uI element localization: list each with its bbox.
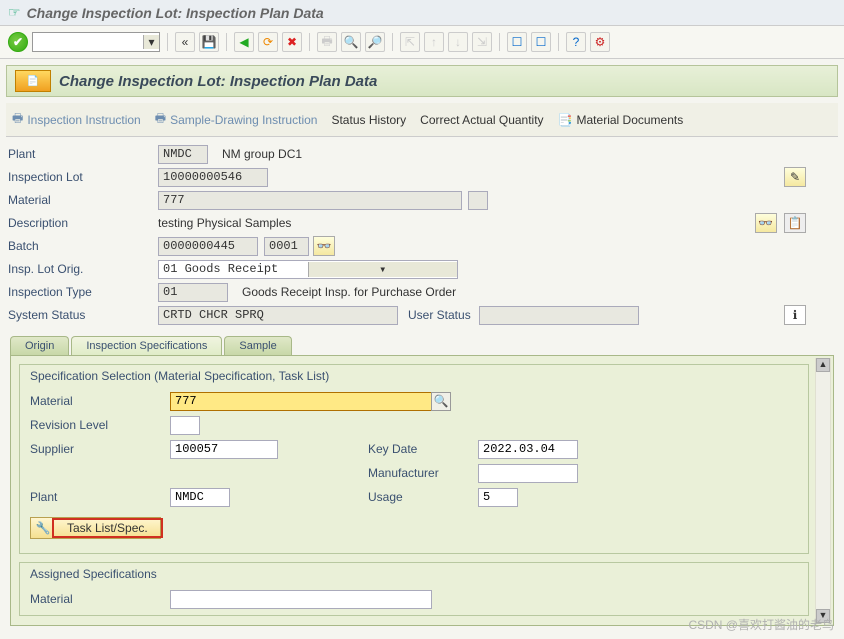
supplier-field[interactable] <box>170 440 278 459</box>
status-info-button[interactable]: ℹ <box>784 305 806 325</box>
chevron-down-icon[interactable]: ▾ <box>308 262 458 277</box>
tab-sample[interactable]: Sample <box>224 336 291 355</box>
command-input[interactable] <box>33 33 143 51</box>
material-extra-field[interactable] <box>468 191 488 210</box>
insp-lot-orig-label: Insp. Lot Orig. <box>8 262 158 276</box>
system-status-label: System Status <box>8 308 158 322</box>
usage-field[interactable] <box>478 488 518 507</box>
manufacturer-label: Manufacturer <box>368 466 478 480</box>
wrench-icon: 🔧 <box>31 521 55 535</box>
window-menu-icon[interactable]: ☞ <box>8 4 21 21</box>
batch-display-button[interactable]: 👓 <box>313 236 335 256</box>
print-icon: 🖶 <box>155 109 166 130</box>
watermark: CSDN @喜欢打酱油的老鸟 <box>688 616 834 633</box>
assigned-material-label: Material <box>30 592 170 606</box>
insp-lot-orig-dropdown[interactable]: 01 Goods Receipt ▾ <box>158 260 458 279</box>
material-field[interactable] <box>158 191 462 210</box>
inspection-instruction-link[interactable]: 🖶 Inspection Instruction <box>12 109 141 130</box>
correct-quantity-link[interactable]: Correct Actual Quantity <box>420 113 543 127</box>
change-button[interactable]: ✎ <box>784 167 806 187</box>
back-button[interactable]: « <box>175 32 195 52</box>
batch-split-field[interactable] <box>264 237 309 256</box>
keydate-field[interactable] <box>478 440 578 459</box>
nav-back-button[interactable]: ◀ <box>234 32 254 52</box>
help-button[interactable]: ? <box>566 32 586 52</box>
inspection-lot-label: Inspection Lot <box>8 170 158 184</box>
scroll-track[interactable] <box>816 372 830 609</box>
command-field[interactable]: ▾ <box>32 32 160 52</box>
user-status-field <box>479 306 639 325</box>
find-next-button: 🔎 <box>365 32 385 52</box>
task-list-spec-button[interactable]: 🔧 Task List/Spec. <box>30 517 161 539</box>
inspection-type-field[interactable] <box>158 283 228 302</box>
window-titlebar: ☞ Change Inspection Lot: Inspection Plan… <box>0 0 844 26</box>
spec-plant-field[interactable] <box>170 488 230 507</box>
generate-shortcut-button[interactable]: ☐ <box>531 32 551 52</box>
main-toolbar: ✔ ▾ « 💾 ◀ ⟳ ✖ 🖶 🔍 🔎 ⇱ ↑ ↓ ⇲ ☐ ☐ ? ⚙ <box>0 26 844 59</box>
manufacturer-field[interactable] <box>478 464 578 483</box>
glasses-button[interactable]: 👓 <box>755 213 777 233</box>
usage-label: Usage <box>368 490 478 504</box>
last-page-button: ⇲ <box>472 32 492 52</box>
page-title: Change Inspection Lot: Inspection Plan D… <box>59 73 377 90</box>
nav-exit-button[interactable]: ⟳ <box>258 32 278 52</box>
inspection-lot-field[interactable] <box>158 168 268 187</box>
specification-selection-group: Specification Selection (Material Specif… <box>19 364 809 554</box>
first-page-button: ⇱ <box>400 32 420 52</box>
insp-lot-orig-value: 01 Goods Receipt <box>159 262 308 276</box>
search-help-button[interactable]: 🔍 <box>431 392 451 411</box>
spec-material-field[interactable] <box>170 392 432 411</box>
assigned-material-field[interactable] <box>170 590 432 609</box>
new-session-button[interactable]: ☐ <box>507 32 527 52</box>
copy-button[interactable]: 📋 <box>784 213 806 233</box>
page-header: 📄 Change Inspection Lot: Inspection Plan… <box>6 65 838 97</box>
nav-cancel-button[interactable]: ✖ <box>282 32 302 52</box>
application-toolbar: 🖶 Inspection Instruction 🖶 Sample-Drawin… <box>6 103 838 137</box>
print-icon: 🖶 <box>12 109 23 130</box>
description-value: testing Physical Samples <box>158 216 291 230</box>
plant-field[interactable] <box>158 145 208 164</box>
plant-label: Plant <box>8 147 158 161</box>
assigned-specifications-group: Assigned Specifications Material <box>19 562 809 616</box>
scroll-up-icon[interactable]: ▲ <box>816 358 830 372</box>
customize-layout-button[interactable]: ⚙ <box>590 32 610 52</box>
batch-label: Batch <box>8 239 158 253</box>
enter-button[interactable]: ✔ <box>8 32 28 52</box>
revision-level-label: Revision Level <box>30 418 170 432</box>
window-title: Change Inspection Lot: Inspection Plan D… <box>27 5 324 21</box>
description-label: Description <box>8 216 158 230</box>
header-form: Plant NM group DC1 Inspection Lot ✎ Mate… <box>8 143 836 326</box>
next-page-button: ↓ <box>448 32 468 52</box>
supplier-label: Supplier <box>30 442 170 456</box>
assigned-specifications-title: Assigned Specifications <box>30 567 798 581</box>
user-status-label: User Status <box>408 308 471 322</box>
tab-content: Specification Selection (Material Specif… <box>10 356 834 626</box>
tab-origin[interactable]: Origin <box>10 336 69 355</box>
revision-level-field[interactable] <box>170 416 200 435</box>
sample-drawing-link[interactable]: 🖶 Sample-Drawing Instruction <box>155 109 318 130</box>
system-status-field <box>158 306 398 325</box>
task-list-spec-label: Task List/Spec. <box>55 521 160 535</box>
spec-material-label: Material <box>30 394 170 408</box>
inspection-type-label: Inspection Type <box>8 285 158 299</box>
spec-plant-label: Plant <box>30 490 170 504</box>
tab-inspection-specifications[interactable]: Inspection Specifications <box>71 336 222 355</box>
keydate-label: Key Date <box>368 442 478 456</box>
find-button: 🔍 <box>341 32 361 52</box>
command-dropdown-icon[interactable]: ▾ <box>143 35 159 49</box>
prev-page-button: ↑ <box>424 32 444 52</box>
status-history-link[interactable]: Status History <box>331 113 406 127</box>
documents-icon: 📑 <box>558 113 573 127</box>
tab-scrollbar[interactable]: ▲ ▼ <box>815 358 831 623</box>
material-label: Material <box>8 193 158 207</box>
material-documents-link[interactable]: 📑 Material Documents <box>558 113 684 127</box>
batch-field[interactable] <box>158 237 258 256</box>
transaction-icon: 📄 <box>15 70 51 92</box>
specification-selection-title: Specification Selection (Material Specif… <box>30 369 798 383</box>
tab-strip: Origin Inspection Specifications Sample <box>10 336 834 356</box>
plant-description: NM group DC1 <box>222 147 302 161</box>
print-button: 🖶 <box>317 32 337 52</box>
inspection-type-description: Goods Receipt Insp. for Purchase Order <box>242 285 456 299</box>
save-button[interactable]: 💾 <box>199 32 219 52</box>
